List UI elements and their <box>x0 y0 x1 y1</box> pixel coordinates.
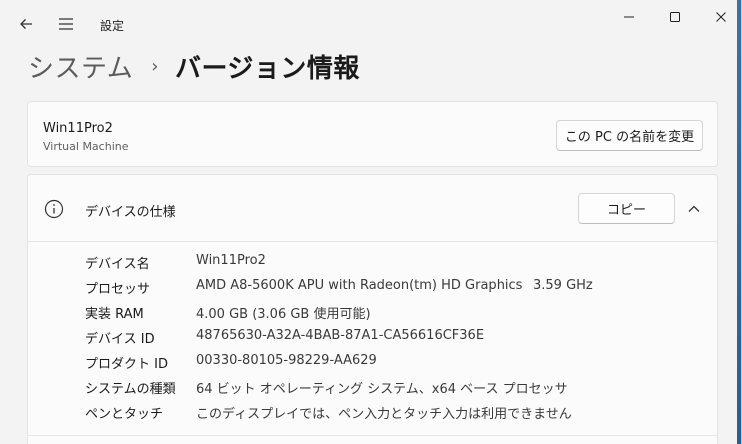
collapse-button[interactable] <box>683 199 705 219</box>
spec-value: Win11Pro2 <box>196 253 266 268</box>
close-button[interactable] <box>698 0 742 34</box>
device-specifications-card: デバイスの仕様 コピー デバイス名 Win11Pro2 プロセッサ AMD A8… <box>27 174 718 444</box>
breadcrumb: システム › バージョン情報 <box>28 46 360 86</box>
pc-model: Virtual Machine <box>43 140 129 153</box>
settings-window: 設定 システム › バージョン情報 Win11Pro2 Virtual Mach… <box>0 0 742 444</box>
close-icon <box>716 12 726 22</box>
pc-name-card: Win11Pro2 Virtual Machine この PC の名前を変更 <box>27 101 718 167</box>
breadcrumb-parent-system[interactable]: システム <box>28 48 133 85</box>
app-title: 設定 <box>100 19 125 33</box>
navigation-menu-button[interactable] <box>50 8 82 40</box>
maximize-icon <box>670 12 680 22</box>
spec-row-processor: プロセッサ AMD A8-5600K APU with Radeon(tm) H… <box>28 274 717 299</box>
spec-label: プロダクト ID <box>85 357 168 372</box>
spec-value: 4.00 GB (3.06 GB 使用可能) <box>196 307 371 322</box>
specifications-list: デバイス名 Win11Pro2 プロセッサ AMD A8-5600K APU w… <box>28 249 717 424</box>
spec-row-device-name: デバイス名 Win11Pro2 <box>28 249 717 274</box>
back-button[interactable] <box>10 8 42 40</box>
spec-value: 48765630-A32A-4BAB-87A1-CA56616CF36E <box>196 328 485 343</box>
rename-pc-button[interactable]: この PC の名前を変更 <box>556 120 703 151</box>
minimize-icon <box>624 16 634 18</box>
page-title: バージョン情報 <box>174 53 360 84</box>
spec-value: このディスプレイでは、ペン入力とタッチ入力は利用できません <box>196 407 572 422</box>
device-specifications-header[interactable]: デバイスの仕様 コピー <box>28 175 717 242</box>
spec-label: デバイス ID <box>85 332 155 347</box>
pc-name: Win11Pro2 <box>43 121 113 136</box>
back-arrow-icon <box>20 19 32 29</box>
spec-value: 64 ビット オペレーティング システム、x64 ベース プロセッサ <box>196 382 568 397</box>
processor-speed: 3.59 GHz <box>533 278 593 293</box>
minimize-button[interactable] <box>606 0 652 34</box>
spec-row-system-type: システムの種類 64 ビット オペレーティング システム、x64 ベース プロセ… <box>28 374 717 399</box>
spec-label: デバイス名 <box>85 257 150 272</box>
spec-label: ペンとタッチ <box>85 407 164 422</box>
spec-row-device-id: デバイス ID 48765630-A32A-4BAB-87A1-CA56616C… <box>28 324 717 349</box>
divider <box>28 435 718 436</box>
chevron-up-icon <box>688 205 700 212</box>
copy-button[interactable]: コピー <box>578 193 675 224</box>
info-icon <box>44 199 64 219</box>
spec-label: 実装 RAM <box>85 307 144 322</box>
maximize-button[interactable] <box>652 0 698 34</box>
spec-label: システムの種類 <box>85 382 176 397</box>
hamburger-menu-icon <box>59 18 73 30</box>
spec-label: プロセッサ <box>85 282 151 297</box>
spec-value: AMD A8-5600K APU with Radeon(tm) HD Grap… <box>196 278 523 293</box>
spec-row-pen-and-touch: ペンとタッチ このディスプレイでは、ペン入力とタッチ入力は利用できません <box>28 399 717 424</box>
spec-row-product-id: プロダクト ID 00330-80105-98229-AA629 <box>28 349 717 374</box>
title-bar: 設定 <box>0 0 742 48</box>
spec-value: 00330-80105-98229-AA629 <box>196 353 377 368</box>
breadcrumb-separator: › <box>151 55 159 77</box>
spec-row-installed-ram: 実装 RAM 4.00 GB (3.06 GB 使用可能) <box>28 299 717 324</box>
device-specifications-title: デバイスの仕様 <box>85 205 176 220</box>
